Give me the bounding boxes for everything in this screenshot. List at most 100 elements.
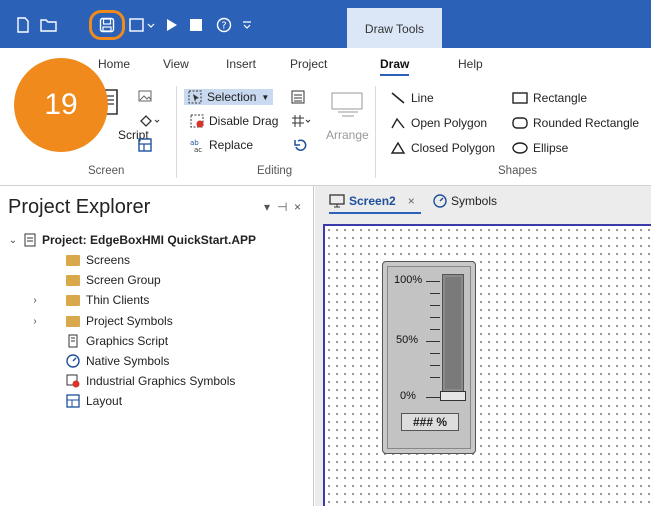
tab-draw[interactable]: Draw <box>380 57 410 76</box>
layout-grid-icon[interactable] <box>138 138 152 152</box>
replace-button[interactable]: ab ac Replace <box>190 138 253 152</box>
screen-canvas[interactable]: 100% 50% 0% ### % <box>323 224 651 506</box>
scale-label-max: 100% <box>394 274 423 286</box>
tab-insert[interactable]: Insert <box>226 57 256 71</box>
slider-thumb[interactable] <box>440 391 466 401</box>
draw-tools-context-tab[interactable]: Draw Tools <box>347 8 442 52</box>
editing-group-label: Editing <box>257 165 293 177</box>
disable-drag-label: Disable Drag <box>209 114 279 128</box>
disable-drag-icon <box>190 114 204 128</box>
tab-label: Symbols <box>451 194 498 208</box>
new-screen-icon[interactable] <box>127 14 157 36</box>
line-label: Line <box>411 91 434 105</box>
tab-project[interactable]: Project <box>290 57 327 71</box>
chevron-right-icon[interactable]: › <box>30 316 40 327</box>
rectangle-button[interactable]: Rectangle <box>512 91 587 105</box>
scale-tick <box>430 377 440 378</box>
customize-arrow-icon[interactable] <box>240 14 254 36</box>
rounded-rectangle-label: Rounded Rectangle <box>533 116 640 130</box>
pin-icon[interactable]: ⊣ <box>277 200 287 214</box>
value-readout: ### % <box>401 413 459 431</box>
tree-item-thin-clients[interactable]: › Thin Clients <box>30 293 149 307</box>
tree-item-label: Project: EdgeBoxHMI QuickStart.APP <box>42 233 257 247</box>
stop-icon[interactable] <box>188 14 204 36</box>
replace-icon: abac <box>190 139 202 152</box>
chevron-down-icon[interactable]: ⌄ <box>8 235 18 246</box>
industrial-graphics-icon <box>66 374 80 388</box>
title-bar: ? Draw Tools <box>0 0 651 52</box>
open-polygon-button[interactable]: Open Polygon <box>390 116 487 130</box>
selection-label: Selection <box>207 90 257 104</box>
disable-drag-button[interactable]: Disable Drag <box>190 114 278 128</box>
tree-item-label: Screens <box>86 253 131 267</box>
tree-item-label: Thin Clients <box>86 293 150 307</box>
rounded-rectangle-button[interactable]: Rounded Rectangle <box>512 116 639 130</box>
screen-editor: Screen2 × Symbols 100% 50% 0% ### % <box>315 186 651 506</box>
scale-tick <box>426 397 440 398</box>
slider-track-fill <box>445 277 461 389</box>
grid-settings-icon[interactable] <box>291 114 311 128</box>
closed-polygon-icon <box>390 141 406 154</box>
tree-item-screens[interactable]: Screens <box>66 253 130 267</box>
tree-item-label: Screen Group <box>86 273 161 287</box>
group-divider <box>176 86 177 178</box>
tree-item-graphics-script[interactable]: Graphics Script <box>66 334 168 348</box>
undo-icon[interactable] <box>294 138 308 152</box>
close-icon[interactable]: × <box>294 200 301 214</box>
ellipse-label: Ellipse <box>533 141 569 155</box>
chevron-right-icon[interactable]: › <box>30 295 40 306</box>
slider-widget[interactable]: 100% 50% 0% ### % <box>382 261 476 454</box>
tree-item-layout[interactable]: Layout <box>66 394 122 408</box>
tab-home[interactable]: Home <box>98 57 130 71</box>
arrange-label: Arrange <box>326 128 369 142</box>
arrange-button[interactable] <box>330 90 366 120</box>
slider-face: 100% 50% 0% ### % <box>387 266 471 449</box>
tab-help[interactable]: Help <box>458 57 483 71</box>
group-divider <box>375 86 376 178</box>
scale-tick <box>430 305 440 306</box>
svg-text:ac: ac <box>194 146 202 152</box>
help-icon[interactable]: ? <box>214 14 234 36</box>
save-highlight-ring <box>89 10 125 40</box>
svg-text:?: ? <box>221 21 226 32</box>
rounded-rectangle-icon <box>512 117 528 129</box>
image-icon[interactable] <box>138 90 152 102</box>
scale-tick <box>430 365 440 366</box>
open-folder-icon[interactable] <box>38 14 60 36</box>
project-explorer-title: Project Explorer <box>8 196 151 218</box>
ellipse-button[interactable]: Ellipse <box>512 141 568 155</box>
tree-item-industrial-graphics-symbols[interactable]: Industrial Graphics Symbols <box>66 374 235 388</box>
line-button[interactable]: Line <box>390 91 434 105</box>
screen-group-label: Screen <box>88 165 125 177</box>
closed-polygon-button[interactable]: Closed Polygon <box>390 141 495 155</box>
scale-tick <box>430 317 440 318</box>
folder-icon <box>66 315 80 327</box>
ellipse-icon <box>512 142 528 154</box>
tree-item-screen-group[interactable]: Screen Group <box>66 273 161 287</box>
line-icon <box>391 92 405 104</box>
tab-symbols[interactable]: Symbols <box>433 194 497 208</box>
tree-item-label: Layout <box>86 394 123 408</box>
properties-icon[interactable] <box>291 90 305 104</box>
selection-button[interactable]: Selection ▼ <box>184 89 274 105</box>
tree-item-label: Graphics Script <box>86 334 169 348</box>
tree-item-project[interactable]: ⌄ Project: EdgeBoxHMI QuickStart.APP <box>8 233 256 247</box>
project-icon <box>24 233 36 247</box>
tree-item-label: Native Symbols <box>86 354 170 368</box>
new-file-icon[interactable] <box>14 14 32 36</box>
selection-icon <box>188 90 202 104</box>
folder-icon <box>66 254 80 266</box>
folder-icon <box>66 294 80 306</box>
tab-view[interactable]: View <box>163 57 189 71</box>
panel-menu-chevron-icon[interactable]: ▾ <box>264 200 270 214</box>
tree-item-native-symbols[interactable]: Native Symbols <box>66 354 169 368</box>
tree-item-project-symbols[interactable]: › Project Symbols <box>30 314 172 328</box>
scale-label-mid: 50% <box>396 334 419 346</box>
tree-item-label: Industrial Graphics Symbols <box>86 374 236 388</box>
fill-color-icon[interactable] <box>138 114 160 128</box>
run-icon[interactable] <box>164 14 180 36</box>
scale-tick <box>426 281 440 282</box>
layout-grid-icon <box>66 394 80 408</box>
tab-screen2[interactable]: Screen2 × <box>329 194 421 214</box>
close-icon[interactable]: × <box>408 194 415 208</box>
